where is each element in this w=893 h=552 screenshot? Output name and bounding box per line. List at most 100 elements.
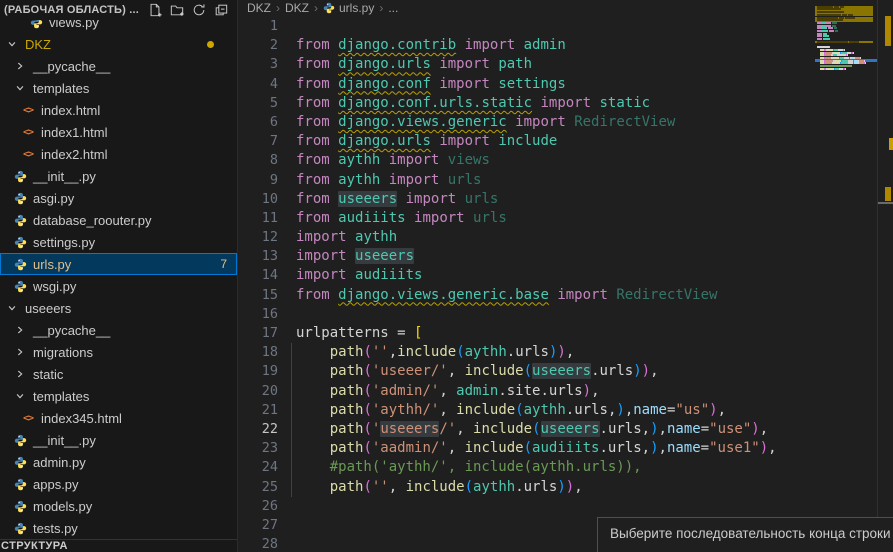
python-file-icon — [12, 476, 28, 492]
tree-item-index2-html[interactable]: <>index2.html — [0, 143, 237, 165]
line-number[interactable]: 10 — [239, 190, 278, 209]
code-line-3[interactable]: 3from django.urls import path — [239, 55, 893, 74]
line-number[interactable]: 5 — [239, 94, 278, 113]
line-number[interactable]: 12 — [239, 228, 278, 247]
line-number[interactable]: 18 — [239, 343, 278, 362]
tree-item-tests-py[interactable]: tests.py — [0, 517, 237, 539]
line-number[interactable]: 25 — [239, 478, 278, 497]
tree-item-urls-py[interactable]: urls.py7 — [0, 253, 237, 275]
code-line-19[interactable]: 19 path('useeer/', include(useeers.urls)… — [239, 362, 893, 381]
tree-item-index-html[interactable]: <>index.html — [0, 99, 237, 121]
tree-item-index1-html[interactable]: <>index1.html — [0, 121, 237, 143]
token: ( — [524, 440, 532, 456]
line-number[interactable]: 8 — [239, 151, 278, 170]
tree-item-label: index345.html — [41, 411, 122, 426]
token: useeers — [380, 421, 439, 437]
line-number[interactable]: 28 — [239, 535, 278, 552]
tree-item-DKZ[interactable]: DKZ — [0, 33, 237, 55]
tree-item--pycache-[interactable]: __pycache__ — [0, 319, 237, 341]
code-line-4[interactable]: 4from django.conf import settings — [239, 75, 893, 94]
token: , — [659, 421, 667, 437]
code-line-22[interactable]: 22 path('useeers/', include(useeers.urls… — [239, 420, 893, 439]
code-line-23[interactable]: 23 path('aadmin/', include(audiiits.urls… — [239, 439, 893, 458]
tree-item-wsgi-py[interactable]: wsgi.py — [0, 275, 237, 297]
code-line-1[interactable]: 1 — [239, 17, 893, 36]
code-line-11[interactable]: 11from audiiits import urls — [239, 209, 893, 228]
tree-item-apps-py[interactable]: apps.py — [0, 473, 237, 495]
code-area[interactable]: 12from django.contrib import admin3from … — [239, 17, 893, 552]
token: include — [473, 421, 532, 437]
line-number[interactable]: 16 — [239, 305, 278, 324]
line-number[interactable]: 26 — [239, 497, 278, 516]
code-line-2[interactable]: 2from django.contrib import admin — [239, 36, 893, 55]
breadcrumb-item[interactable]: DKZ — [247, 1, 271, 15]
code-line-21[interactable]: 21 path('aythh/', include(aythh.urls,),n… — [239, 401, 893, 420]
code-line-15[interactable]: 15from django.views.generic.base import … — [239, 286, 893, 305]
line-number[interactable]: 3 — [239, 55, 278, 74]
tree-item-templates[interactable]: templates — [0, 77, 237, 99]
explorer-section-header[interactable]: (РАБОЧАЯ ОБЛАСТЬ) ... — [0, 0, 237, 20]
tree-item-templates[interactable]: templates — [0, 385, 237, 407]
code-line-10[interactable]: 10from useeers import urls — [239, 190, 893, 209]
code-line-13[interactable]: 13import useeers — [239, 247, 893, 266]
scrollbar-overview-ruler[interactable] — [877, 0, 893, 552]
code-line-9[interactable]: 9from aythh import urls — [239, 171, 893, 190]
code-line-6[interactable]: 6from django.views.generic import Redire… — [239, 113, 893, 132]
breadcrumb-item[interactable]: ... — [388, 1, 398, 15]
code-line-14[interactable]: 14import audiiits — [239, 266, 893, 285]
tree-item-asgi-py[interactable]: asgi.py — [0, 187, 237, 209]
line-number[interactable]: 22 — [239, 420, 278, 439]
tree-item--init-py[interactable]: __init__.py — [0, 429, 237, 451]
line-number[interactable]: 20 — [239, 382, 278, 401]
tree-item--pycache-[interactable]: __pycache__ — [0, 55, 237, 77]
token: , — [448, 363, 465, 379]
line-number[interactable]: 27 — [239, 516, 278, 535]
tree-item-useeers[interactable]: useeers — [0, 297, 237, 319]
tree-item-index345-html[interactable]: <>index345.html — [0, 407, 237, 429]
tree-item-settings-py[interactable]: settings.py — [0, 231, 237, 253]
line-number[interactable]: 13 — [239, 247, 278, 266]
tree-item-migrations[interactable]: migrations — [0, 341, 237, 363]
line-number[interactable]: 6 — [239, 113, 278, 132]
line-number[interactable]: 17 — [239, 324, 278, 343]
breadcrumb-item[interactable]: DKZ — [285, 1, 309, 15]
editor-pane[interactable]: DKZ›DKZ›urls.py›... 12from django.contri… — [239, 0, 893, 552]
tree-item-admin-py[interactable]: admin.py — [0, 451, 237, 473]
line-number[interactable]: 21 — [239, 401, 278, 420]
line-number[interactable]: 11 — [239, 209, 278, 228]
line-number[interactable]: 7 — [239, 132, 278, 151]
code-line-25[interactable]: 25 path('', include(aythh.urls)), — [239, 478, 893, 497]
line-number[interactable]: 14 — [239, 266, 278, 285]
minimap[interactable] — [815, 0, 877, 552]
breadcrumb-item[interactable]: urls.py — [323, 1, 374, 15]
token — [456, 37, 464, 53]
refresh-icon[interactable] — [189, 1, 209, 19]
line-number[interactable]: 2 — [239, 36, 278, 55]
line-number[interactable]: 1 — [239, 17, 278, 36]
code-line-17[interactable]: 17urlpatterns = [ — [239, 324, 893, 343]
line-number[interactable]: 9 — [239, 171, 278, 190]
code-line-16[interactable]: 16 — [239, 305, 893, 324]
line-number[interactable]: 24 — [239, 458, 278, 477]
code-line-7[interactable]: 7from django.urls import include — [239, 132, 893, 151]
collapse-all-icon[interactable] — [211, 1, 231, 19]
code-line-8[interactable]: 8from aythh import views — [239, 151, 893, 170]
line-number[interactable]: 19 — [239, 362, 278, 381]
line-number[interactable]: 15 — [239, 286, 278, 305]
line-number[interactable]: 4 — [239, 75, 278, 94]
code-line-18[interactable]: 18 path('',include(aythh.urls)), — [239, 343, 893, 362]
line-number[interactable]: 23 — [239, 439, 278, 458]
tree-item-static[interactable]: static — [0, 363, 237, 385]
code-line-20[interactable]: 20 path('admin/', admin.site.urls), — [239, 382, 893, 401]
tree-item-database-roouter-py[interactable]: database_roouter.py — [0, 209, 237, 231]
tree-item-label: admin.py — [33, 455, 86, 470]
tree-item-models-py[interactable]: models.py — [0, 495, 237, 517]
code-line-5[interactable]: 5from django.conf.urls.static import sta… — [239, 94, 893, 113]
code-line-24[interactable]: 24 #path('aythh/', include(aythh.urls)), — [239, 458, 893, 477]
code-line-12[interactable]: 12import aythh — [239, 228, 893, 247]
new-folder-icon[interactable] — [167, 1, 187, 19]
new-file-icon[interactable] — [145, 1, 165, 19]
outline-section-header[interactable]: СТРУКТУРА — [0, 539, 237, 552]
code-line-26[interactable]: 26 — [239, 497, 893, 516]
tree-item--init-py[interactable]: __init__.py — [0, 165, 237, 187]
